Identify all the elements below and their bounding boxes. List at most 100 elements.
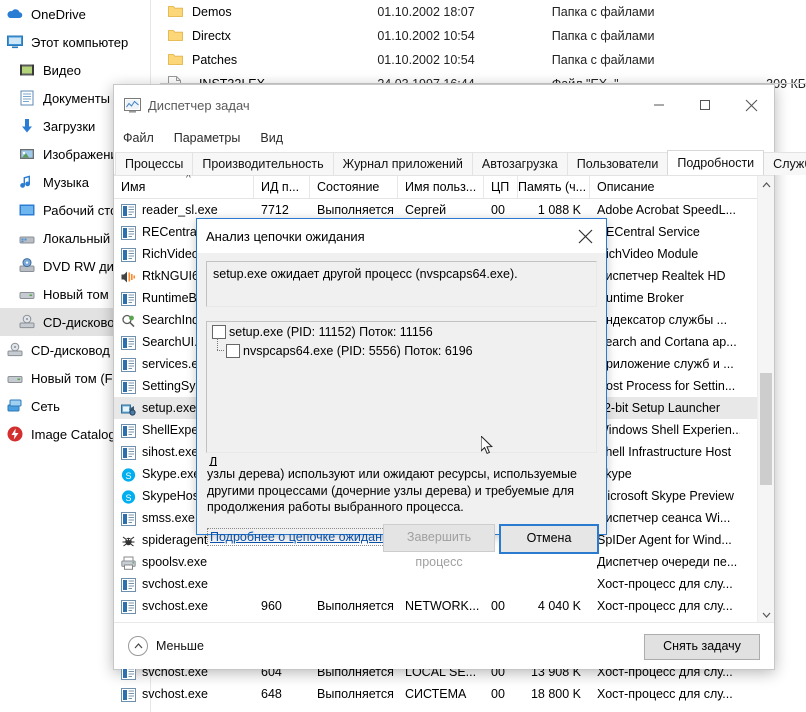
documents-folder-icon (18, 89, 36, 107)
file-name-cell: Demos (160, 4, 377, 20)
monitor-icon (6, 33, 24, 51)
spider-icon (121, 533, 136, 548)
cell-pid: 960 (261, 599, 282, 613)
fewer-details-button[interactable]: Меньше (128, 636, 204, 656)
file-row[interactable]: Demos 01.10.2002 18:07 Папка с файлами (160, 0, 806, 24)
cell-cpu: 00 (491, 599, 505, 613)
cell-desc: Adobe Acrobat SpeedL... (597, 203, 736, 217)
cell-desc: Диспетчер очереди пе... (597, 555, 738, 569)
cd-drive-icon (6, 341, 24, 359)
setup-icon (121, 401, 136, 416)
column-header-cpu[interactable]: ЦП (484, 176, 518, 198)
cell-desc: Host Process for Settin... (597, 379, 736, 393)
exe-icon (121, 687, 136, 702)
column-header-user[interactable]: Имя польз... (398, 176, 484, 198)
file-date: 01.10.2002 10:54 (377, 53, 475, 67)
dialog-help-text: узлы дерева) используют или ожидают ресу… (207, 467, 577, 514)
dialog-close-icon[interactable] (564, 219, 606, 253)
nav-item-label: OneDrive (31, 6, 86, 22)
process-name: svchost.exe (142, 599, 209, 613)
exe-icon (121, 335, 136, 350)
column-header-state[interactable]: Состояние (310, 176, 398, 198)
tab-2[interactable]: Журнал приложений (332, 152, 473, 175)
task-manager-tab-bar[interactable]: Процессы Производительность Журнал приложе… (114, 150, 806, 175)
cell-desc: SpIDer Agent for Wind... (597, 533, 732, 547)
tree-node-label: nvspcaps64.exe (PID: 5556) Поток: 6196 (243, 343, 473, 358)
column-header-desc[interactable]: Описание (590, 176, 740, 198)
exe-icon (121, 511, 136, 526)
more-info-link[interactable]: Подробнее о цепочке ожидания (207, 528, 399, 546)
tree-node-label: setup.exe (PID: 11152) Поток: 11156 (229, 324, 433, 339)
cell-desc: Приложение служб и ... (597, 357, 734, 371)
scrollbar-thumb[interactable] (760, 373, 772, 485)
video-folder-icon (18, 61, 36, 79)
tab-6[interactable]: Службы (763, 152, 806, 175)
tree-node-1[interactable]: nvspcaps64.exe (PID: 5556) Поток: 6196 (207, 338, 596, 360)
tab-1[interactable]: Производительность (192, 152, 334, 175)
table-row[interactable]: svchost.exe Хост-процесс для слу... (114, 573, 774, 595)
nav-item-label: Новый том ( (43, 286, 117, 302)
table-row[interactable]: svchost.exe 960 Выполняется NETWORK... 00 4 0… (114, 595, 774, 617)
file-type: Папка с файлами (551, 29, 655, 43)
column-header-mem[interactable]: Память (ч... (518, 176, 590, 198)
printer-icon (121, 555, 136, 570)
cell-pid: 648 (261, 687, 282, 701)
cell-user: NETWORK... (405, 599, 480, 613)
nav-item-1[interactable]: Этот компьютер (0, 28, 150, 56)
desktop-icon (18, 201, 36, 219)
column-header-pid[interactable]: ИД п... (254, 176, 310, 198)
end-process-button[interactable]: Завершить процесс (383, 524, 495, 569)
cell-user: СИСТЕМА (405, 687, 467, 701)
exe-icon (121, 203, 136, 218)
nav-item-2[interactable]: Видео (0, 56, 150, 84)
cancel-button[interactable]: Отмена (499, 524, 599, 554)
wait-chain-tree[interactable]: setup.exe (PID: 11152) Поток: 11156 nvspc… (206, 321, 597, 453)
scroll-down-icon[interactable] (758, 606, 774, 623)
cell-desc: Microsoft Skype Preview (597, 489, 734, 503)
file-date: 01.10.2002 18:07 (377, 5, 475, 19)
column-header-name[interactable]: Имя (114, 176, 254, 198)
cell-desc: Хост-процесс для слу... (597, 599, 733, 613)
checkbox[interactable] (212, 324, 226, 339)
file-row[interactable]: Directx 01.10.2002 10:54 Папка с файлами (160, 24, 806, 48)
nav-item-label: Видео (43, 62, 81, 78)
file-type: Папка с файлами (551, 5, 655, 19)
skype-icon: S (121, 467, 136, 482)
dialog-body: setup.exe ожидает другой процесс (nvspca… (197, 253, 606, 569)
tab-0[interactable]: Процессы (115, 152, 194, 175)
checkbox[interactable] (226, 343, 240, 358)
menu-item-2[interactable]: Вид (260, 131, 283, 145)
close-icon[interactable] (728, 85, 774, 125)
task-manager-menu-bar[interactable]: Файл Параметры Вид (114, 125, 774, 151)
tab-3[interactable]: Автозагрузка (471, 152, 568, 175)
tree-node-0[interactable]: setup.exe (PID: 11152) Поток: 11156 (207, 322, 596, 341)
nav-item-label: CD-дисковод (43, 314, 122, 330)
cell-desc: Диспетчер сеанса Wi... (597, 511, 731, 525)
svg-text:S: S (125, 470, 131, 480)
process-table-header[interactable]: ^ Имя ИД п... Состояние Имя польз... ЦП Памят… (114, 173, 774, 199)
downloads-arrow-icon (18, 117, 36, 135)
nav-item-label: Сеть (31, 398, 60, 414)
tab-5[interactable]: Подробности (667, 150, 765, 175)
minimize-icon[interactable] (636, 85, 682, 125)
table-row[interactable]: svchost.exe 648 Выполняется СИСТЕМА 00 18 800… (114, 683, 774, 705)
cell-desc: RECentral Service (597, 225, 700, 239)
nav-item-0[interactable]: OneDrive (0, 0, 150, 28)
wait-chain-dialog: Анализ цепочки ожидания setup.exe ожидае… (196, 218, 607, 569)
process-name: smss.exe (142, 511, 195, 525)
menu-item-1[interactable]: Параметры (174, 131, 241, 145)
cell-desc: Индексатор службы ... (597, 313, 728, 327)
cell-cpu (484, 573, 518, 595)
menu-item-0[interactable]: Файл (123, 131, 154, 145)
process-table-scrollbar[interactable] (757, 176, 774, 623)
exe-icon (121, 423, 136, 438)
maximize-icon[interactable] (682, 85, 728, 125)
explorer-file-list[interactable]: Demos 01.10.2002 18:07 Папка с файлами Dire… (160, 0, 806, 96)
task-manager-footer: Меньше Снять задачу (114, 622, 774, 669)
scroll-up-icon[interactable] (758, 176, 774, 193)
clipped-text-fragment: Д (209, 456, 218, 466)
pictures-folder-icon (18, 145, 36, 163)
file-row[interactable]: Patches 01.10.2002 10:54 Папка с файлами (160, 48, 806, 72)
end-task-button[interactable]: Снять задачу (644, 634, 760, 660)
tab-4[interactable]: Пользователи (566, 152, 669, 175)
